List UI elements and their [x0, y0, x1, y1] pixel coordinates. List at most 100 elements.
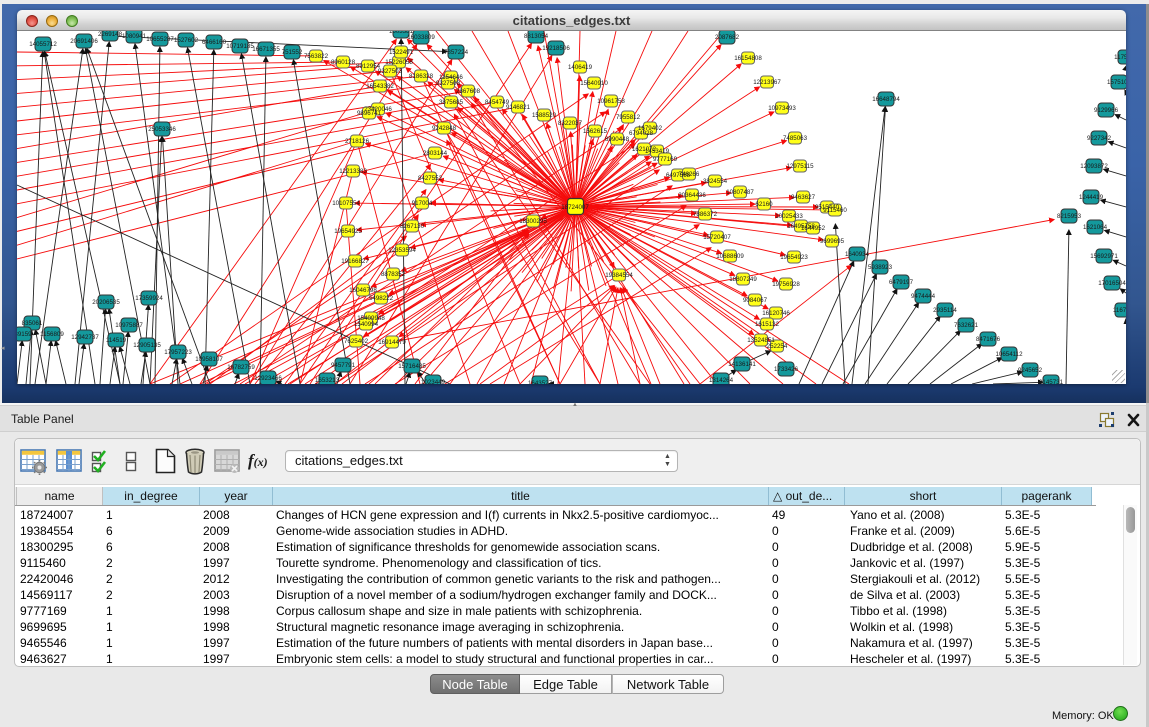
svg-text:10025433: 10025433	[775, 213, 803, 220]
svg-text:20206535: 20206535	[92, 299, 120, 306]
svg-text:1244419: 1244419	[1079, 194, 1104, 201]
svg-text:1575107: 1575107	[1107, 79, 1126, 86]
svg-text:10655287: 10655287	[146, 36, 174, 43]
svg-text:1643527: 1643527	[528, 380, 553, 384]
svg-text:12213967: 12213967	[753, 79, 781, 86]
svg-text:10958107: 10958107	[195, 356, 223, 363]
svg-text:116751: 116751	[1113, 307, 1126, 314]
svg-text:14055712: 14055712	[29, 41, 57, 48]
svg-text:16782759: 16782759	[227, 364, 255, 371]
svg-text:3875685: 3875685	[439, 99, 464, 106]
svg-text:1562615: 1562615	[583, 128, 608, 135]
svg-text:9115460: 9115460	[823, 207, 847, 214]
svg-text:62160: 62160	[755, 201, 773, 208]
svg-text:20364436: 20364436	[678, 192, 706, 199]
svg-text:1527602: 1527602	[174, 37, 199, 44]
svg-text:12093872: 12093872	[1080, 163, 1108, 170]
svg-text:16914479: 16914479	[378, 339, 406, 346]
svg-text:19384554: 19384554	[605, 272, 633, 279]
svg-text:9463627: 9463627	[791, 194, 816, 201]
svg-text:12923466: 12923466	[254, 375, 282, 382]
svg-text:15692971: 15692971	[1090, 253, 1118, 260]
svg-text:18300295: 18300295	[519, 218, 547, 225]
svg-text:7485063: 7485063	[783, 135, 808, 142]
svg-text:10973493: 10973493	[768, 105, 796, 112]
svg-text:8471676: 8471676	[976, 336, 1001, 343]
svg-text:1080941: 1080941	[122, 33, 147, 40]
svg-text:19654923: 19654923	[780, 254, 808, 261]
svg-text:15716485: 15716485	[398, 363, 426, 370]
svg-text:2867608: 2867608	[456, 88, 481, 95]
svg-text:15720407: 15720407	[703, 234, 731, 241]
svg-text:6479197: 6479197	[889, 279, 914, 286]
svg-text:8215953: 8215953	[1057, 213, 1082, 220]
svg-text:917004: 917004	[412, 200, 433, 207]
svg-text:12942737: 12942737	[71, 334, 99, 341]
svg-text:15640910: 15640910	[580, 80, 608, 87]
svg-text:8960128: 8960128	[331, 59, 356, 66]
svg-text:16154808: 16154808	[734, 55, 762, 62]
svg-text:8813054: 8813054	[524, 33, 549, 40]
svg-text:19756928: 19756928	[772, 281, 800, 288]
svg-text:7625402: 7625402	[344, 338, 369, 345]
svg-text:17359924: 17359924	[135, 295, 163, 302]
svg-text:9699695: 9699695	[820, 238, 845, 245]
svg-text:7886372: 7886372	[693, 211, 718, 218]
svg-text:1540994: 1540994	[354, 321, 379, 328]
svg-text:10654112: 10654112	[995, 351, 1023, 358]
svg-text:16543382: 16543382	[366, 83, 394, 90]
svg-text:16046798: 16046798	[349, 287, 377, 294]
svg-text:1653213: 1653213	[315, 377, 340, 384]
svg-text:7857224: 7857224	[444, 49, 469, 56]
svg-text:2718126: 2718126	[345, 138, 370, 145]
svg-text:1733426: 1733426	[774, 366, 799, 373]
svg-text:6466160: 6466160	[202, 39, 227, 46]
svg-text:9227342: 9227342	[1087, 135, 1112, 142]
svg-text:9474444: 9474444	[911, 293, 936, 300]
svg-text:1175107: 1175107	[1114, 54, 1126, 61]
svg-text:12213383: 12213383	[339, 168, 367, 175]
svg-text:1640934: 1640934	[845, 251, 870, 258]
svg-text:2803144: 2803144	[423, 150, 448, 157]
svg-text:114519: 114519	[106, 337, 127, 344]
svg-text:8186328: 8186328	[409, 73, 434, 80]
svg-text:2087682: 2087682	[715, 34, 740, 41]
svg-text:5938923: 5938923	[868, 264, 893, 271]
svg-text:1156809: 1156809	[40, 331, 64, 338]
svg-text:8267130: 8267130	[400, 223, 425, 230]
svg-text:39159: 39159	[17, 331, 32, 338]
svg-text:2935114: 2935114	[933, 307, 957, 314]
svg-text:2269148: 2269148	[98, 31, 123, 38]
svg-text:8878352: 8878352	[381, 271, 406, 278]
svg-text:751552: 751552	[282, 49, 303, 56]
svg-text:8322037: 8322037	[558, 120, 583, 127]
svg-text:10688609: 10688609	[716, 253, 744, 260]
svg-text:9146821: 9146821	[506, 104, 531, 111]
svg-text:1314264: 1314264	[709, 377, 734, 384]
svg-text:8912954: 8912954	[356, 63, 381, 70]
svg-text:7632621: 7632621	[954, 322, 979, 329]
svg-text:9129966: 9129966	[1094, 107, 1119, 114]
svg-text:20691406: 20691406	[70, 38, 98, 45]
svg-text:16120746: 16120746	[762, 310, 790, 317]
svg-text:15226058: 15226058	[385, 59, 413, 66]
svg-text:9896741: 9896741	[357, 110, 382, 117]
svg-text:9145731: 9145731	[1039, 379, 1064, 384]
svg-text:8990448: 8990448	[605, 136, 630, 143]
svg-text:16033809: 16033809	[407, 34, 435, 41]
svg-text:9327508: 9327508	[436, 80, 461, 87]
svg-text:14136141: 14136141	[728, 361, 756, 368]
svg-text:16648794: 16648794	[872, 96, 900, 103]
svg-text:12353594: 12353594	[388, 247, 416, 254]
svg-text:1406419: 1406419	[568, 64, 593, 71]
svg-text:1615132: 1615132	[755, 321, 780, 328]
svg-text:835061: 835061	[22, 320, 43, 327]
svg-text:1453419: 1453419	[645, 148, 670, 155]
svg-text:8427552: 8427552	[418, 175, 443, 182]
svg-text:16671355: 16671355	[252, 46, 280, 53]
svg-text:10961758: 10961758	[597, 98, 625, 105]
svg-text:18807249: 18807249	[729, 276, 757, 283]
svg-text:252254: 252254	[767, 343, 788, 350]
svg-text:19654925: 19654925	[334, 228, 362, 235]
svg-text:5498222: 5498222	[369, 295, 394, 302]
